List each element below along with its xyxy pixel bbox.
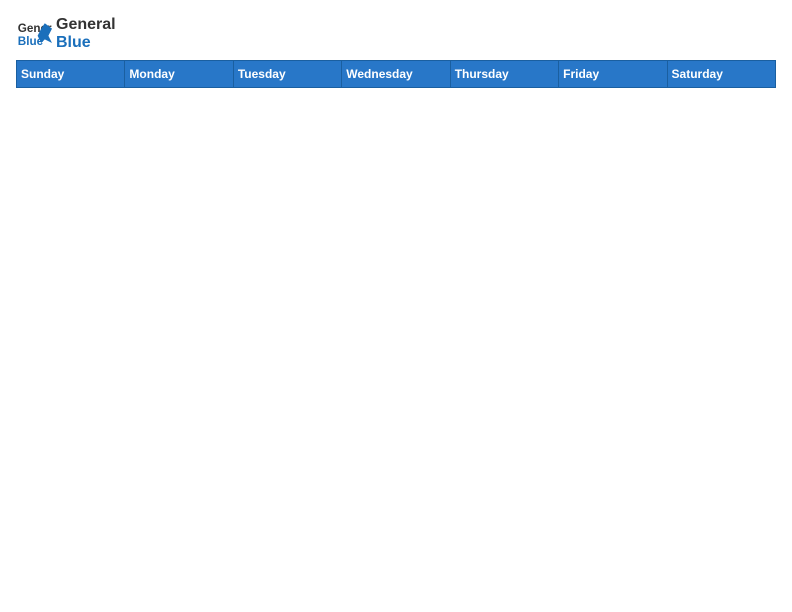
weekday-header-tuesday: Tuesday <box>233 61 341 88</box>
weekday-header-wednesday: Wednesday <box>342 61 450 88</box>
logo-icon: General Blue <box>16 16 52 52</box>
weekday-header-monday: Monday <box>125 61 233 88</box>
calendar-table: SundayMondayTuesdayWednesdayThursdayFrid… <box>16 60 776 88</box>
weekday-header-saturday: Saturday <box>667 61 775 88</box>
calendar-header: SundayMondayTuesdayWednesdayThursdayFrid… <box>17 61 776 88</box>
logo-blue: Blue <box>56 34 116 52</box>
page-header: General Blue General Blue <box>16 16 776 52</box>
weekday-header-thursday: Thursday <box>450 61 558 88</box>
logo: General Blue General Blue <box>16 16 116 52</box>
weekday-header-sunday: Sunday <box>17 61 125 88</box>
logo-general: General <box>56 16 116 34</box>
weekday-header-row: SundayMondayTuesdayWednesdayThursdayFrid… <box>17 61 776 88</box>
weekday-header-friday: Friday <box>559 61 667 88</box>
